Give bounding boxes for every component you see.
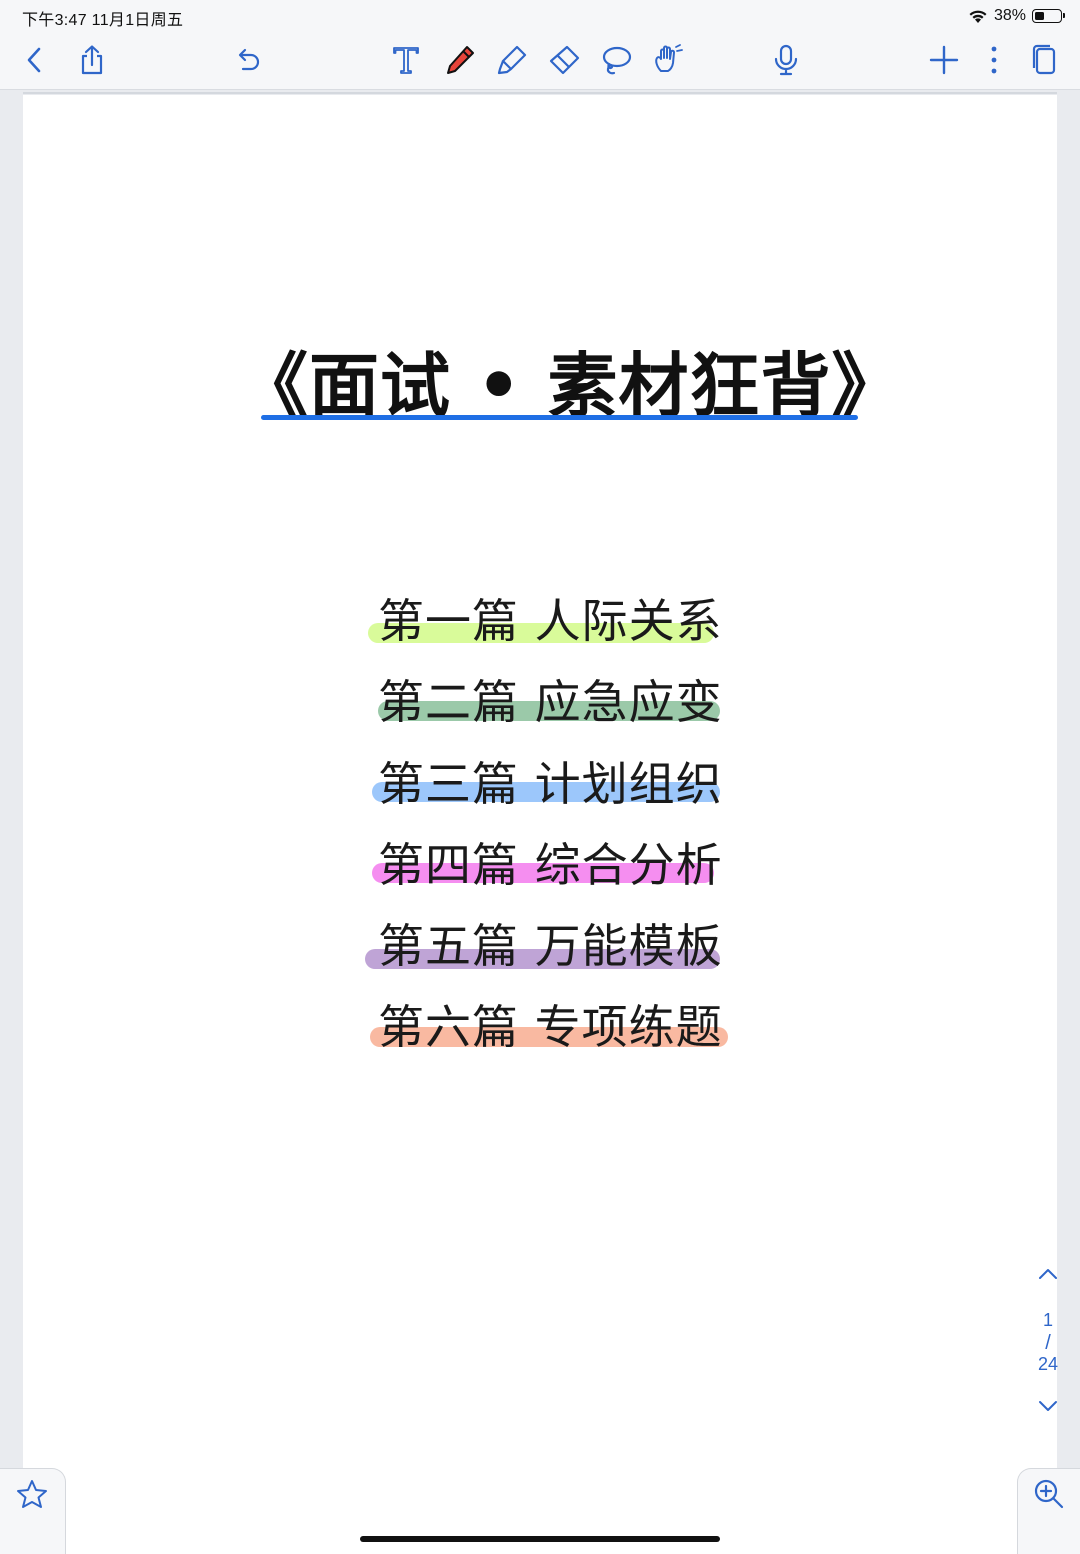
chapter-label: 第二篇 应急应变 (378, 675, 723, 729)
share-button[interactable] (72, 40, 112, 80)
chapter-item: 第六篇 专项练题 (370, 991, 730, 1057)
title-underline (261, 415, 858, 420)
pages-button[interactable] (1024, 40, 1064, 80)
battery-fill (1035, 12, 1044, 20)
hand-icon (655, 44, 683, 72)
toolbar (0, 32, 1080, 90)
highlighter-tool-button[interactable] (492, 40, 532, 80)
status-time: 下午3:47 11月1日周五 (22, 12, 184, 29)
text-tool-icon (393, 47, 419, 74)
microphone-button[interactable] (766, 40, 806, 80)
zoom-in-icon (1034, 1479, 1064, 1509)
chapter-item: 第三篇 计划组织 (370, 748, 730, 814)
page-separator: / (1045, 1332, 1051, 1354)
zoom-tab[interactable] (1017, 1468, 1080, 1554)
back-icon (27, 47, 41, 73)
lasso-icon (602, 46, 632, 75)
home-indicator (360, 1536, 720, 1542)
page-down-icon[interactable] (1038, 1400, 1058, 1414)
more-button[interactable] (974, 40, 1014, 80)
undo-icon (238, 48, 260, 71)
screen: 下午3:47 11月1日周五 38% 《面试 • 素材狂背》 第一篇 人际关系 … (0, 0, 1080, 1554)
chapter-label: 第一篇 人际关系 (378, 594, 723, 648)
chapter-item: 第一篇 人际关系 (368, 585, 730, 651)
eraser-tool-button[interactable] (544, 40, 584, 80)
back-button[interactable] (14, 40, 54, 80)
document-page[interactable] (23, 95, 1057, 1554)
add-icon (929, 45, 959, 75)
star-icon (17, 1480, 47, 1508)
undo-button[interactable] (228, 40, 268, 80)
chapter-label: 第五篇 万能模板 (378, 919, 723, 973)
highlighter-icon (497, 45, 527, 75)
page-divider (23, 92, 1057, 94)
battery-icon (1032, 9, 1065, 23)
favorite-tab[interactable] (0, 1468, 66, 1554)
page-up-icon[interactable] (1038, 1266, 1058, 1280)
chapter-item: 第二篇 应急应变 (370, 666, 730, 732)
lasso-tool-button[interactable] (596, 40, 636, 80)
chapter-label: 第六篇 专项练题 (378, 1000, 723, 1054)
chapter-item: 第五篇 万能模板 (365, 910, 730, 976)
pen-icon (447, 46, 474, 74)
add-button[interactable] (924, 40, 964, 80)
battery-percent: 38% (993, 7, 1026, 24)
eraser-icon (549, 45, 580, 75)
status-right: 38% (968, 5, 1065, 27)
pages-icon (1032, 44, 1056, 75)
hand-tool-button[interactable] (648, 40, 688, 80)
chapter-label: 第四篇 综合分析 (378, 838, 723, 892)
page-total: 24 (1037, 1354, 1059, 1374)
chapter-label: 第三篇 计划组织 (378, 757, 723, 811)
more-icon (991, 46, 997, 74)
page-navigator: 1 / 24 (1020, 1258, 1076, 1428)
page-current: 1 (1042, 1310, 1053, 1330)
wifi-icon (969, 10, 987, 23)
share-icon (81, 45, 103, 75)
pen-tool-button[interactable] (440, 40, 480, 80)
chapter-item: 第四篇 综合分析 (370, 829, 730, 895)
status-bar: 下午3:47 11月1日周五 38% (0, 0, 1080, 32)
microphone-icon (774, 44, 798, 76)
text-tool-button[interactable] (386, 40, 426, 80)
